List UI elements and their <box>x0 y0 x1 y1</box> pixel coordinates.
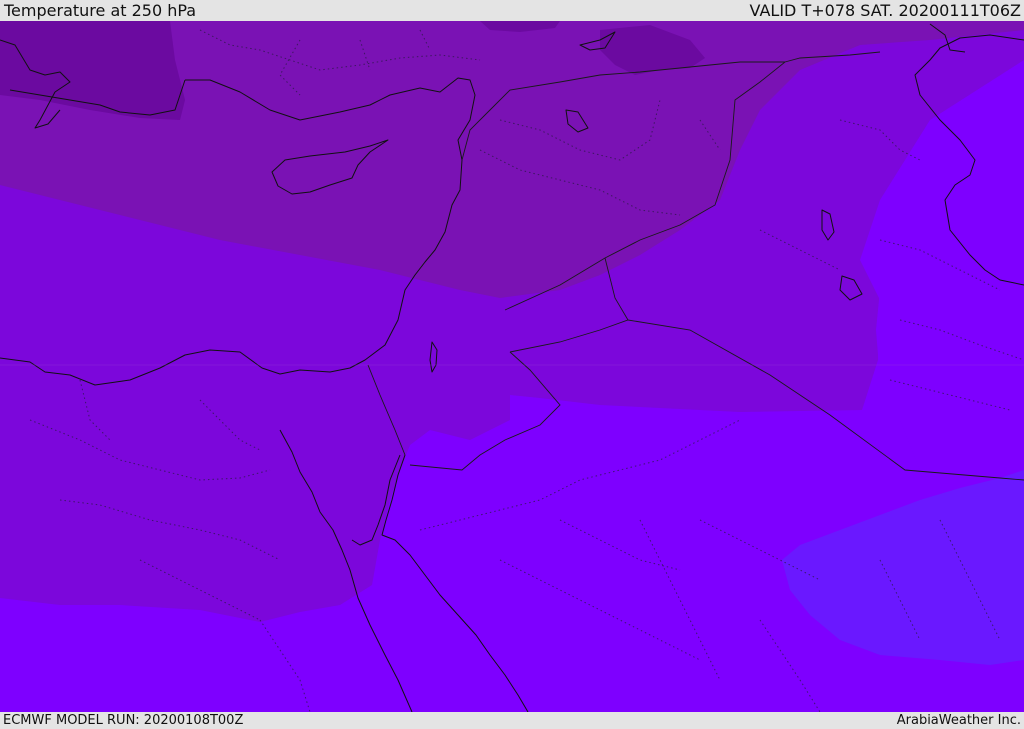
model-run: ECMWF MODEL RUN: 20200108T00Z <box>3 713 244 728</box>
valid-time: VALID T+078 SAT. 20200111T06Z <box>749 1 1021 20</box>
map-canvas <box>0 21 1024 712</box>
map-footer: ECMWF MODEL RUN: 20200108T00Z ArabiaWeat… <box>0 712 1024 729</box>
map-title: Temperature at 250 hPa <box>4 1 197 20</box>
temperature-map[interactable] <box>0 21 1024 712</box>
map-header: Temperature at 250 hPa VALID T+078 SAT. … <box>0 0 1024 21</box>
credit: ArabiaWeather Inc. <box>896 713 1021 728</box>
